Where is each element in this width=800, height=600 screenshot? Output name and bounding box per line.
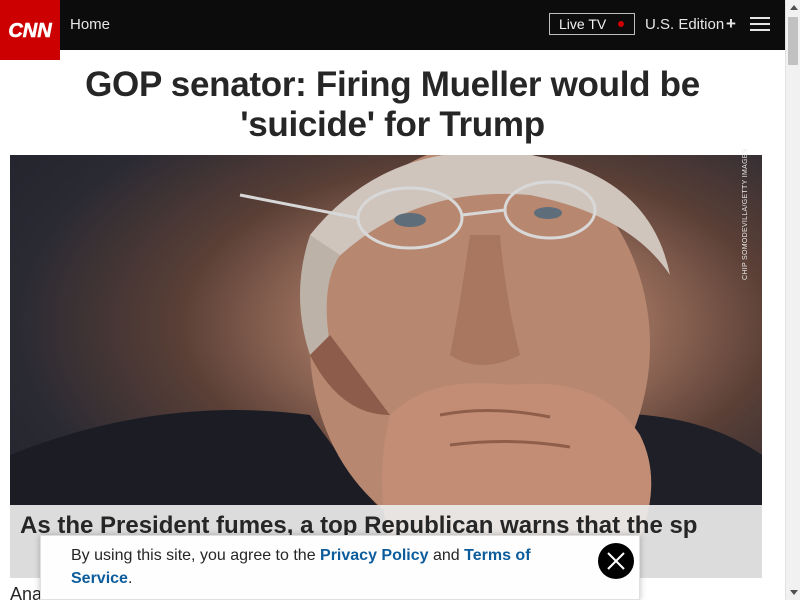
consent-text-prefix: By using this site, you agree to the <box>71 547 321 564</box>
close-icon <box>607 552 625 570</box>
consent-text-middle: and <box>428 547 465 564</box>
edition-selector[interactable]: U.S. Edition <box>645 15 724 35</box>
cookie-consent-text: By using this site, you agree to the Pri… <box>71 544 551 590</box>
edition-expand-icon[interactable]: + <box>726 14 736 34</box>
scrollbar-thumb[interactable] <box>788 17 798 65</box>
page-scrollbar[interactable] <box>785 0 800 600</box>
svg-text:CNN: CNN <box>8 20 52 42</box>
close-banner-button[interactable] <box>598 543 634 579</box>
image-credit: CHIP SOMODEVILLA/GETTY IMAGES <box>742 148 749 280</box>
scroll-up-arrow-icon[interactable] <box>790 5 798 10</box>
hamburger-menu-icon[interactable] <box>750 17 770 33</box>
cnn-logo-mark: CNN <box>8 20 52 43</box>
cnn-logo[interactable]: CNN <box>0 0 60 60</box>
live-tv-label: Live TV <box>559 16 607 32</box>
live-tv-button[interactable]: Live TV <box>549 13 635 35</box>
cookie-consent-banner: By using this site, you agree to the Pri… <box>40 535 640 600</box>
scroll-down-arrow-icon[interactable] <box>790 590 798 595</box>
consent-text-suffix: . <box>127 570 133 587</box>
live-indicator-icon <box>618 21 624 27</box>
byline: Ana <box>10 584 43 600</box>
article-headline: GOP senator: Firing Mueller would be 'su… <box>85 65 700 144</box>
privacy-policy-link[interactable]: Privacy Policy <box>320 547 429 564</box>
nav-home-link[interactable]: Home <box>70 15 110 35</box>
top-nav: CNN Home Live TV U.S. Edition + <box>0 0 785 60</box>
